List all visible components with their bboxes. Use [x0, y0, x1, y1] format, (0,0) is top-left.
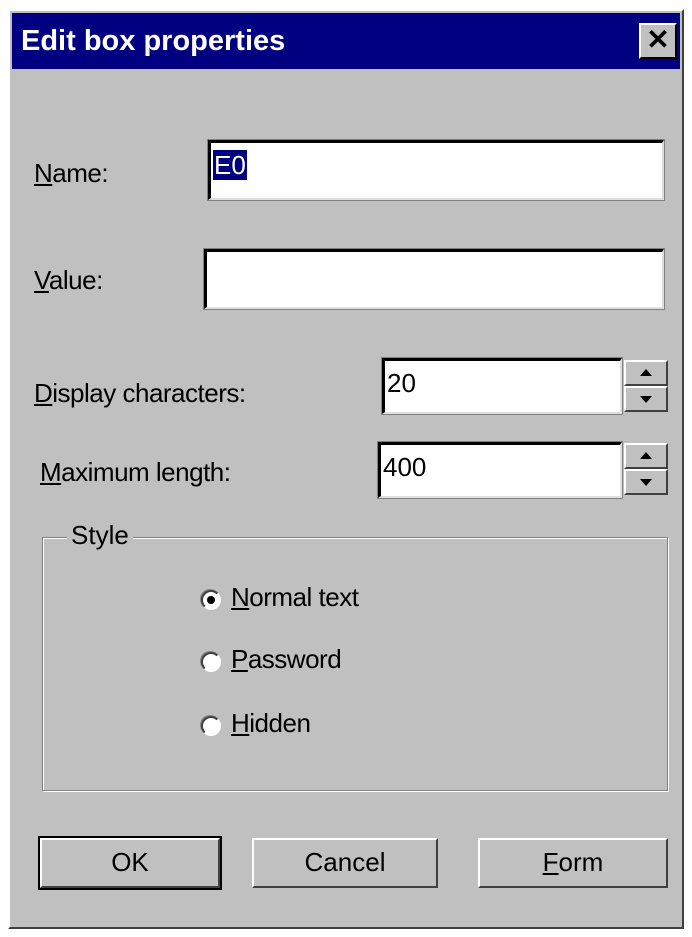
maximum-length-input[interactable]: 400: [377, 441, 623, 499]
display-characters-spinner: [624, 360, 668, 412]
radio-dot: [207, 596, 215, 604]
close-icon: ✕: [646, 24, 670, 55]
display-characters-down-button[interactable]: [624, 386, 668, 412]
form-button[interactable]: Form: [478, 838, 668, 888]
arrow-down-icon: [640, 396, 652, 403]
cancel-button[interactable]: Cancel: [252, 838, 438, 888]
maximum-length-down-button[interactable]: [624, 469, 668, 495]
title-bar: Edit box properties ✕: [12, 13, 680, 69]
edit-box-properties-dialog: Edit box properties ✕ Name: E0 Value: Di…: [8, 9, 684, 929]
style-groupbox: Style Normal text Password Hidden: [42, 520, 668, 791]
display-characters-value: 20: [387, 368, 416, 398]
ok-button[interactable]: OK: [38, 836, 222, 890]
close-button[interactable]: ✕: [639, 23, 677, 59]
name-label: Name:: [34, 158, 109, 188]
maximum-length-up-button[interactable]: [624, 443, 668, 469]
display-characters-input[interactable]: 20: [381, 357, 623, 415]
value-label: Value:: [34, 265, 103, 295]
style-legend: Style: [67, 520, 133, 551]
value-input[interactable]: [203, 248, 665, 310]
radio-hidden-label: Hidden: [231, 708, 311, 738]
dialog-title: Edit box properties: [21, 25, 286, 57]
maximum-length-label: Maximum length:: [40, 457, 231, 487]
radio-unselected-icon: [201, 652, 221, 672]
maximum-length-value: 400: [383, 452, 427, 482]
name-input[interactable]: E0: [207, 139, 665, 201]
radio-normal-text-label: Normal text: [231, 582, 359, 612]
arrow-up-icon: [640, 369, 652, 376]
display-characters-label: Display characters:: [34, 378, 246, 408]
radio-password-label: Password: [231, 644, 342, 674]
name-input-value: E0: [213, 150, 247, 180]
radio-selected-icon: [201, 590, 221, 610]
radio-unselected-icon: [201, 716, 221, 736]
maximum-length-spinner: [624, 443, 668, 495]
arrow-up-icon: [640, 452, 652, 459]
arrow-down-icon: [640, 479, 652, 486]
display-characters-up-button[interactable]: [624, 360, 668, 386]
